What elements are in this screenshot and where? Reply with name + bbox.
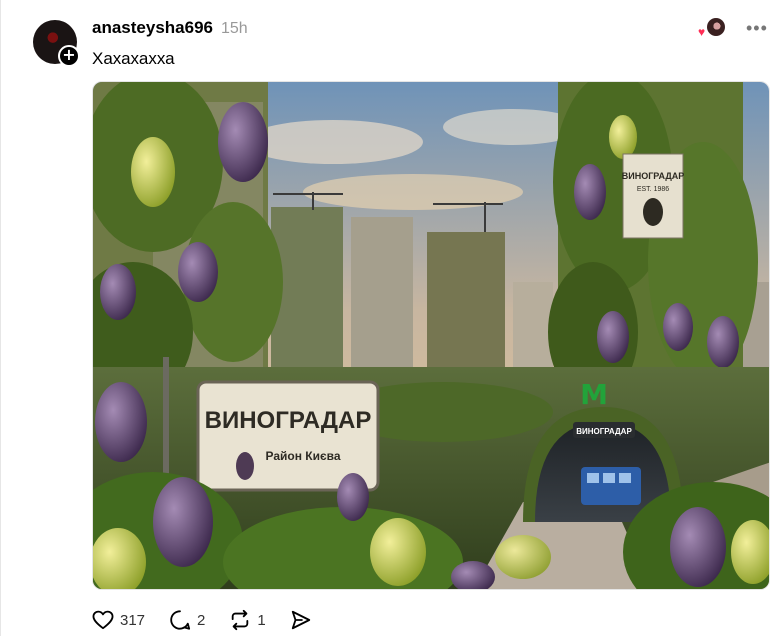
metro-logo: M: [580, 378, 608, 411]
heart-icon: [92, 610, 114, 630]
vinohradar-illustration: ВИНОГРАДАР EST. 1986 ВИНОГРАДАР M ВИНОГР…: [93, 82, 769, 589]
left-vine-tower: [93, 82, 283, 402]
tower-label: ВИНОГРАДАР: [622, 171, 685, 181]
share-icon: [291, 610, 310, 630]
left-border: [0, 0, 1, 636]
sign-title: ВИНОГРАДАР: [205, 407, 372, 434]
like-button[interactable]: 317: [92, 610, 145, 630]
follow-add-icon[interactable]: +: [58, 45, 80, 67]
repost-button[interactable]: 1: [229, 609, 266, 631]
post-header: anasteysha696 15h: [92, 18, 248, 38]
comment-button[interactable]: 2: [169, 609, 205, 631]
like-count: 317: [120, 611, 146, 629]
metro-arch-label: ВИНОГРАДАР: [576, 427, 632, 436]
reaction-avatar[interactable]: [707, 18, 725, 36]
comment-count: 2: [197, 611, 206, 629]
reaction-heart-icon: ♥: [698, 25, 706, 39]
comment-icon: [170, 610, 191, 630]
right-vine-tower: ВИНОГРАДАР EST. 1986: [548, 82, 758, 412]
sign-subtitle: Район Києва: [265, 449, 340, 463]
post-actions: 317 2 1: [92, 608, 336, 632]
repost-icon: [232, 609, 249, 631]
timestamp[interactable]: 15h: [221, 20, 248, 38]
share-button[interactable]: [290, 609, 312, 631]
tower-est: EST. 1986: [637, 186, 669, 193]
more-icon[interactable]: •••: [746, 18, 768, 39]
repost-count: 1: [257, 611, 266, 629]
post-image[interactable]: ВИНОГРАДАР EST. 1986 ВИНОГРАДАР M ВИНОГР…: [92, 81, 770, 590]
username[interactable]: anasteysha696: [92, 18, 213, 38]
post-caption: Хахахахха: [92, 49, 175, 68]
